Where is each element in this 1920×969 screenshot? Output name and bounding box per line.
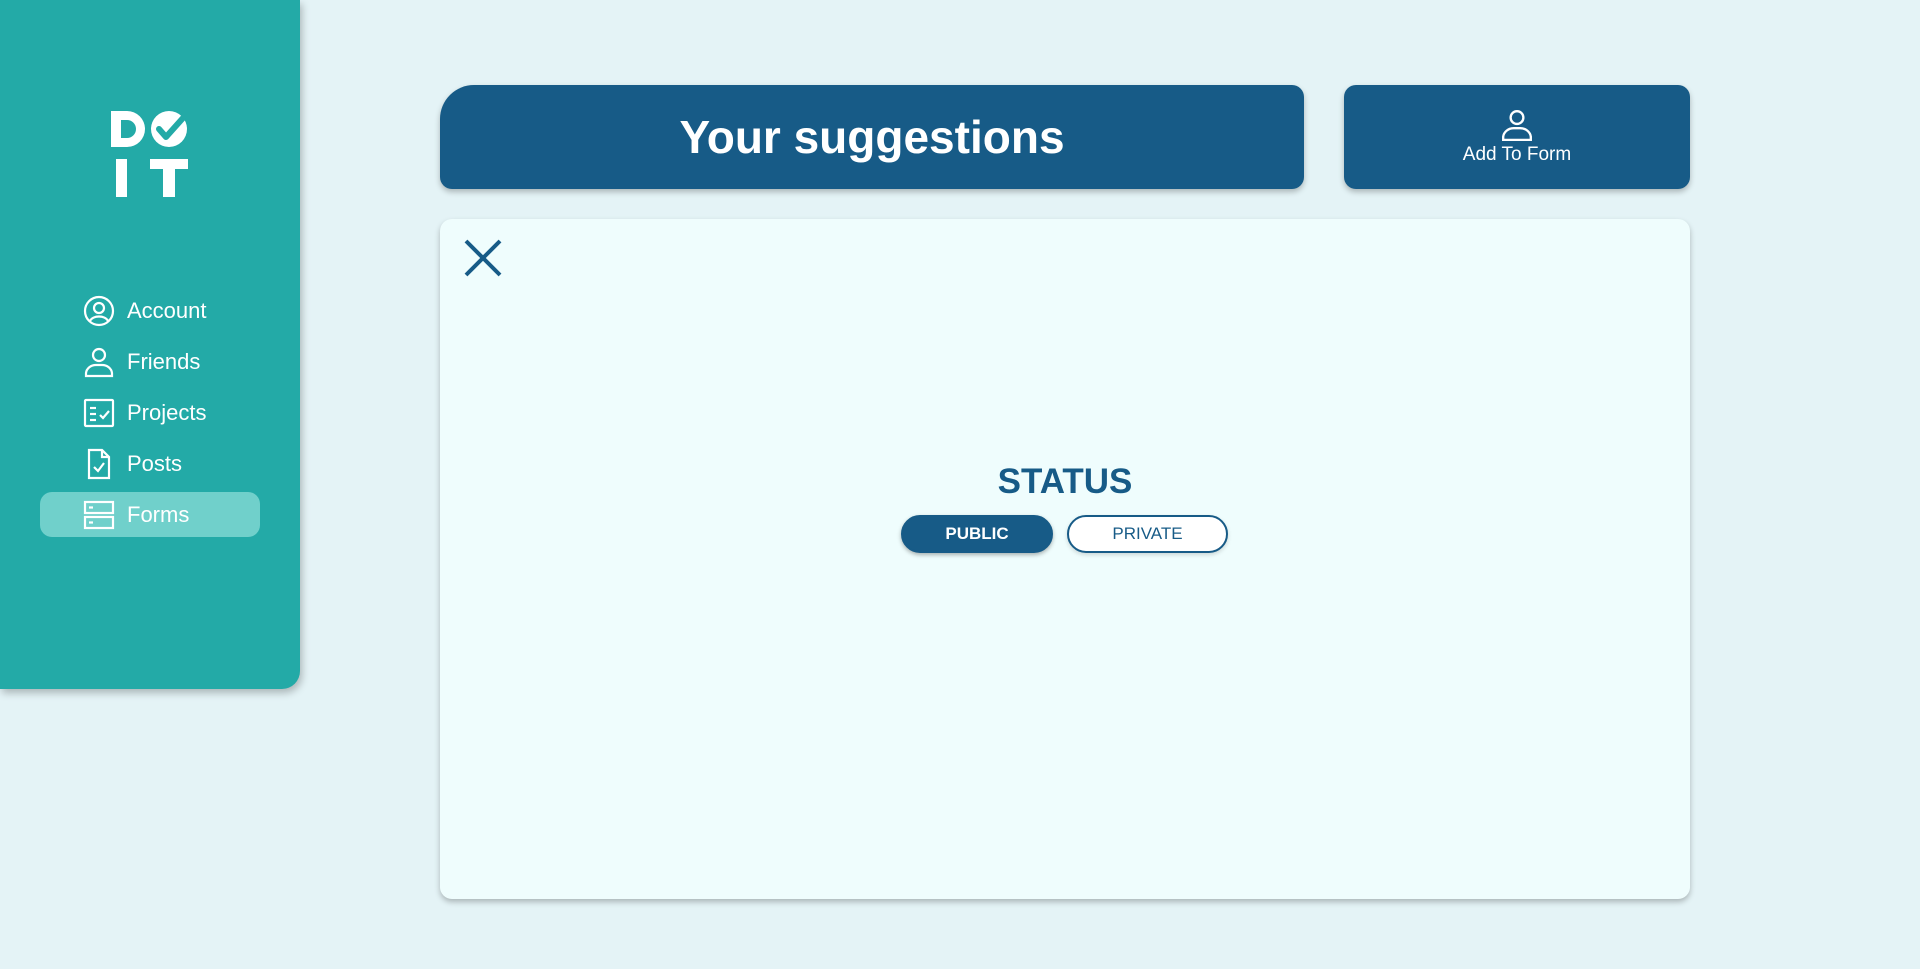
page-title-bar: Your suggestions — [440, 85, 1304, 189]
sidebar: Account Friends Projects Posts Forms — [0, 0, 300, 689]
status-toggle: PUBLIC PRIVATE — [901, 515, 1228, 553]
sidebar-item-label: Forms — [127, 501, 190, 527]
status-heading: STATUS — [997, 462, 1133, 501]
sidebar-item-label: Friends — [127, 348, 201, 374]
page-title: Your suggestions — [679, 111, 1065, 163]
add-to-form-button[interactable]: Add To Form — [1344, 85, 1690, 189]
sidebar-item-label: Posts — [127, 450, 183, 476]
person-icon — [1500, 108, 1534, 142]
suggestion-panel: STATUS PUBLIC PRIVATE — [440, 219, 1690, 899]
sidebar-item-friends[interactable]: Friends — [40, 339, 260, 384]
document-check-icon — [83, 448, 115, 480]
sidebar-item-label: Projects — [127, 399, 207, 425]
sidebar-item-posts[interactable]: Posts — [40, 441, 260, 486]
add-to-form-label: Add To Form — [1462, 144, 1572, 165]
sidebar-item-label: Account — [127, 297, 207, 323]
server-stack-icon — [83, 499, 115, 531]
user-circle-icon — [83, 295, 115, 327]
sidebar-item-forms[interactable]: Forms — [40, 492, 260, 537]
doit-logo-icon[interactable] — [107, 107, 191, 199]
sidebar-item-projects[interactable]: Projects — [40, 390, 260, 435]
person-icon — [83, 346, 115, 378]
close-icon[interactable] — [462, 237, 504, 279]
sidebar-nav: Account Friends Projects Posts Forms — [40, 288, 260, 543]
sidebar-item-account[interactable]: Account — [40, 288, 260, 333]
checklist-icon — [83, 397, 115, 429]
public-button[interactable]: PUBLIC — [901, 515, 1053, 553]
private-button[interactable]: PRIVATE — [1067, 515, 1228, 553]
